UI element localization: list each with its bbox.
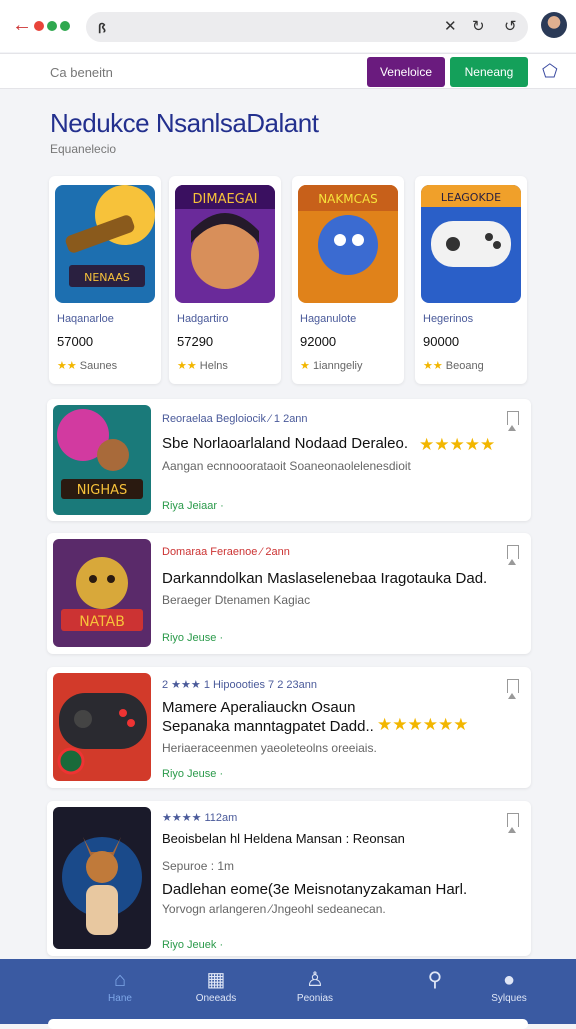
item-tag: Riyo Jeuek · [162,939,224,951]
item-date: Sepuroe : 1m [162,859,235,873]
green-dot-icon [47,21,57,31]
tab-label: Oneeads [195,993,237,1004]
item-description: Aangan ecnnooorataoit Soaneonaolelenesdi… [162,459,411,473]
refresh-icon[interactable]: ↻ [472,17,485,37]
bottom-tab-bar: ⌂ Hane ▦ Oneeads ♙ Peonias ⚲ ● Sylques [0,959,576,1024]
item-meta: Reoraelaa Begloiocik ⁄ 1 2ann [162,413,308,425]
card-price: 90000 [423,334,460,349]
browser-toolbar: ← ꟗ ✕ ↻ ↺ [0,0,576,52]
breadcrumb: Ca beneitn [50,65,113,80]
primary-button[interactable]: Veneloice [367,57,445,87]
tab-profile[interactable]: ● Sylques [469,967,549,1004]
bookmark-icon[interactable] [507,679,519,699]
game-thumbnail: DIMAEGAI [175,185,275,303]
card-rating: 1ianngeliy [312,360,363,372]
game-thumbnail [53,673,151,781]
avatar[interactable] [541,12,567,38]
item-subtitle: Sepanaka manntagpatet Dadd.. [162,718,374,735]
profile-icon: ● [502,969,516,991]
game-thumbnail: NIGHAS [53,405,151,515]
card-name: Haqanarloe [57,313,114,325]
url-text: ꟗ [98,21,106,36]
item-meta: ★★★★ 112am [162,812,238,824]
item-title[interactable]: Mamere Aperaliauckn Osaun [162,699,355,716]
item-description: Beraeger Dtenamen Kagiac [162,593,311,607]
page-title: Nedukce NsanlsaDalant [50,108,319,138]
card-name: Hadgartiro [177,313,229,325]
list-item[interactable]: NATAB Domaraa Feraenoe ⁄ 2ann Darkanndol… [47,533,531,654]
game-thumbnail: NENAAS [55,185,155,303]
item-tag: Riya Jeiaar · [162,500,224,512]
bookmark-icon[interactable] [507,813,519,833]
search-icon: ⚲ [427,969,443,991]
rating-stars: ★★ [177,360,197,372]
game-thumbnail: LEAGOKDE [421,185,521,303]
card-price: 57000 [57,334,94,349]
list-item[interactable]: NIGHAS Reoraelaa Begloiocik ⁄ 1 2ann Sbe… [47,399,531,521]
card-rating: Beoang [445,360,484,372]
item-meta: Domaraa Feraenoe ⁄ 2ann [162,546,290,558]
red-dot-icon [34,21,44,31]
card-rating: Helns [199,360,228,372]
item-headline: Dadlehan eome(3e Meisnotanyzakaman Harl. [162,881,468,898]
home-indicator [48,1019,528,1029]
item-title[interactable]: Darkanndolkan Maslaselenebaa Iragotauka … [162,570,487,587]
rating-stars: ★★★★★ [419,435,496,454]
svg-text:NATAB: NATAB [79,614,125,630]
bookmark-icon[interactable] [507,545,519,565]
user-icon: ♙ [306,969,324,991]
home-icon: ⌂ [113,969,127,991]
item-title[interactable]: Beoisbelan hl Heldena Mansan : Reonsan [162,831,405,846]
tab-people[interactable]: ♙ Peonias [275,967,355,1004]
url-bar[interactable]: ꟗ ✕ ↻ ↺ [86,12,528,42]
rating-stars: ★ [300,360,310,372]
tab-label: Hane [108,993,132,1004]
item-tag: Riyo Jeuse · [162,768,224,780]
sub-toolbar: Ca beneitn Veneloice Neneang ⬠ [0,53,576,89]
tab-label: Sylques [491,993,527,1004]
close-icon[interactable]: ✕ [444,17,457,37]
card-price: 57290 [177,334,214,349]
navigation-icon[interactable]: ⬠ [542,61,558,82]
page-subtitle: Equanelecio [50,142,117,156]
list-item[interactable]: ★★★★ 112am Beoisbelan hl Heldena Mansan … [47,801,531,956]
item-description: Heriaeraceenmen yaeoleteolns oreeiais. [162,741,377,755]
green-dot-icon [60,21,70,31]
tab-label: Peonias [296,993,334,1004]
item-meta: 2 ★★★ 1 Hipoooties 7 2 23ann [162,679,317,691]
card-price: 92000 [300,334,337,349]
game-card[interactable]: LEAGOKDE Hegerinos 90000 ★★ Beoang [415,176,527,384]
svg-text:NAKMCAS: NAKMCAS [318,192,378,206]
card-rating: Saunes [79,360,118,372]
list-item[interactable]: 2 ★★★ 1 Hipoooties 7 2 23ann Mamere Aper… [47,667,531,788]
rating-stars: ★★ [57,360,77,372]
back-arrow-icon[interactable]: ← [12,15,32,35]
svg-text:NENAAS: NENAAS [84,271,130,284]
tab-home[interactable]: ⌂ Hane [80,967,160,1004]
item-description: Yorvogn arlangeren ⁄Jngeohl sedeanecan. [162,902,386,916]
game-card[interactable]: NAKMCAS Haganulote 92000 ★ 1ianngeliy [292,176,404,384]
game-card[interactable]: NENAAS Haqanarloe 57000 ★★ Saunes [49,176,161,384]
rating-stars: ★★★★★★ [377,715,469,734]
item-title[interactable]: Sbe Norlaoarlaland Nodaad Deraleo. [162,435,408,452]
svg-text:DIMAEGAI: DIMAEGAI [193,192,258,207]
bookmark-icon[interactable] [507,411,519,431]
item-tag: Riyo Jeuse · [162,632,224,644]
card-name: Hegerinos [423,313,474,325]
svg-text:NIGHAS: NIGHAS [77,483,128,498]
game-thumbnail: NATAB [53,539,151,647]
tab-grid[interactable]: ▦ Oneeads [176,967,256,1004]
reload-icon[interactable]: ↺ [504,17,517,37]
card-name: Haganulote [300,313,357,325]
game-thumbnail [53,807,151,949]
rating-stars: ★★ [423,360,443,372]
grid-icon: ▦ [206,969,226,991]
svg-text:LEAGOKDE: LEAGOKDE [441,191,501,204]
secondary-button[interactable]: Neneang [450,57,528,87]
game-thumbnail: NAKMCAS [298,185,398,303]
tab-search[interactable]: ⚲ [395,967,475,993]
game-card[interactable]: DIMAEGAI Hadgartiro 57290 ★★ Helns [169,176,281,384]
